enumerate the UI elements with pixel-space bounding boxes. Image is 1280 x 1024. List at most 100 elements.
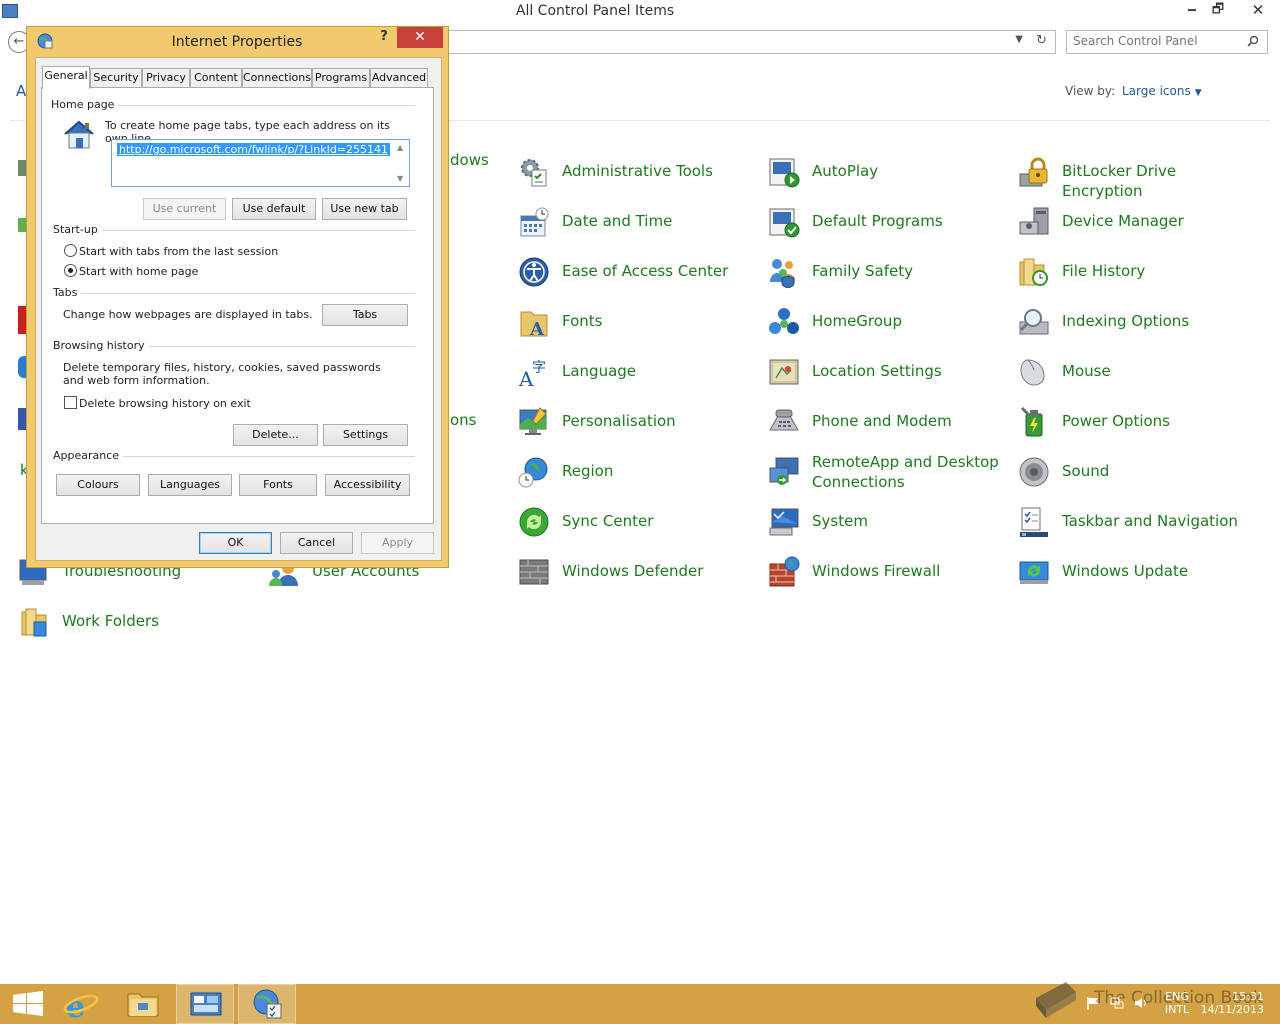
tab-security[interactable]: Security bbox=[90, 68, 142, 88]
action-center-flag-icon[interactable] bbox=[1086, 996, 1100, 1010]
cp-item-date-and-time[interactable]: Date and Time bbox=[518, 202, 752, 246]
cp-item-taskbar-navigation[interactable]: Taskbar and Navigation bbox=[1018, 502, 1252, 546]
cp-item-label: Language bbox=[562, 362, 637, 380]
remoteapp-icon bbox=[769, 457, 799, 485]
location-icon bbox=[769, 359, 799, 385]
search-input[interactable] bbox=[1073, 34, 1243, 48]
scroll-up-icon[interactable]: ▲ bbox=[397, 143, 403, 152]
cp-item-device-manager[interactable]: Device Manager bbox=[1018, 202, 1252, 246]
cp-item-system[interactable]: System bbox=[768, 502, 1002, 546]
cp-item-ease-of-access-center[interactable]: Ease of Access Center bbox=[518, 252, 752, 296]
cancel-button[interactable]: Cancel bbox=[280, 532, 353, 554]
use-current-button[interactable]: Use current bbox=[143, 198, 226, 220]
taskbar-internet-explorer[interactable]: e bbox=[52, 984, 110, 1024]
url-scrollbar[interactable]: ▲ ▼ bbox=[393, 140, 409, 186]
startup-home-page-label: Start with home page bbox=[79, 265, 199, 278]
help-button[interactable]: ? bbox=[374, 29, 394, 47]
cp-item-fonts[interactable]: A Fonts bbox=[518, 302, 752, 346]
history-settings-button[interactable]: Settings bbox=[323, 424, 408, 446]
taskbar-nav-icon bbox=[1020, 507, 1048, 537]
taskbar-internet-options[interactable] bbox=[238, 984, 296, 1024]
maximize-button[interactable]: 🗗 bbox=[1206, 0, 1230, 22]
startup-last-session-radio[interactable] bbox=[64, 244, 77, 257]
start-button[interactable] bbox=[0, 984, 58, 1024]
tab-general[interactable]: General bbox=[42, 66, 90, 89]
cp-item-label: Location Settings bbox=[812, 362, 942, 380]
cp-item-power-options[interactable]: Power Options bbox=[1018, 402, 1252, 446]
address-dropdown-icon[interactable]: ▼ bbox=[1015, 34, 1023, 45]
search-box[interactable] bbox=[1066, 30, 1268, 54]
colours-button[interactable]: Colours bbox=[56, 474, 140, 496]
tab-advanced[interactable]: Advanced bbox=[370, 68, 428, 88]
cp-item-remoteapp[interactable]: RemoteApp and Desktop Connections bbox=[768, 452, 1002, 496]
tab-privacy[interactable]: Privacy bbox=[142, 68, 190, 88]
network-icon[interactable] bbox=[1110, 996, 1124, 1010]
cp-item-work-folders[interactable]: Work Folders bbox=[18, 602, 252, 646]
cp-item-default-programs[interactable]: Default Programs bbox=[768, 202, 1002, 246]
minimize-button[interactable]: 🗕 bbox=[1180, 0, 1204, 22]
cp-item-language[interactable]: A字 Language bbox=[518, 352, 752, 396]
family-safety-icon bbox=[770, 259, 795, 288]
home-page-group-title: Home page bbox=[51, 98, 119, 111]
delete-history-button[interactable]: Delete... bbox=[233, 424, 318, 446]
tab-connections[interactable]: Connections bbox=[242, 68, 312, 88]
dialog-body: General Security Privacy Content Connect… bbox=[35, 57, 442, 561]
tab-programs[interactable]: Programs bbox=[312, 68, 370, 88]
startup-home-page-radio[interactable] bbox=[64, 264, 77, 277]
tabs-settings-button[interactable]: Tabs bbox=[322, 304, 408, 326]
cp-item-label: Personalisation bbox=[562, 412, 676, 430]
use-new-tab-button[interactable]: Use new tab bbox=[322, 198, 407, 220]
cp-item-windows-update[interactable]: Windows Update bbox=[1018, 552, 1252, 596]
hidden-item-label-fragment[interactable]: ons bbox=[450, 411, 477, 429]
sound-icon bbox=[1019, 457, 1049, 487]
refresh-icon[interactable]: ↻ bbox=[1036, 33, 1047, 48]
dialog-close-button[interactable]: ✕ bbox=[397, 27, 443, 48]
cp-item-label: RemoteApp and Desktop Connections bbox=[812, 453, 999, 491]
tab-content[interactable]: Content bbox=[190, 68, 242, 88]
group-divider bbox=[122, 456, 415, 457]
cp-item-label: HomeGroup bbox=[812, 312, 902, 330]
taskbar-control-panel[interactable] bbox=[176, 984, 234, 1024]
hidden-item-label-fragment[interactable]: dows bbox=[450, 151, 489, 169]
languages-button[interactable]: Languages bbox=[148, 474, 232, 496]
general-tab-panel: Home page To create home page tabs, type… bbox=[41, 87, 434, 524]
search-icon[interactable] bbox=[1247, 35, 1259, 47]
cp-item-indexing-options[interactable]: Indexing Options bbox=[1018, 302, 1252, 346]
view-by-dropdown[interactable]: Large icons ▼ bbox=[1122, 84, 1202, 98]
startup-group-title: Start-up bbox=[53, 223, 102, 236]
cp-item-sound[interactable]: Sound bbox=[1018, 452, 1252, 496]
use-default-button[interactable]: Use default bbox=[232, 198, 316, 220]
cp-item-administrative-tools[interactable]: Administrative Tools bbox=[518, 152, 752, 196]
cp-item-homegroup[interactable]: HomeGroup bbox=[768, 302, 1002, 346]
ok-button[interactable]: OK bbox=[199, 532, 272, 554]
taskbar-file-explorer[interactable] bbox=[114, 984, 172, 1024]
cp-item-sync-center[interactable]: Sync Center bbox=[518, 502, 752, 546]
work-folders-icon bbox=[21, 608, 47, 637]
close-button[interactable]: ✕ bbox=[1236, 0, 1280, 22]
cp-item-personalisation[interactable]: Personalisation bbox=[518, 402, 752, 446]
fonts-button[interactable]: Fonts bbox=[239, 474, 317, 496]
cp-item-family-safety[interactable]: Family Safety bbox=[768, 252, 1002, 296]
chevron-down-icon: ▼ bbox=[1194, 88, 1202, 98]
clock[interactable]: 15:31 14/11/2013 bbox=[1200, 990, 1264, 1016]
cp-item-mouse[interactable]: Mouse bbox=[1018, 352, 1252, 396]
address-bar[interactable]: ▼ ↻ bbox=[440, 30, 1056, 54]
cp-item-windows-defender[interactable]: Windows Defender bbox=[518, 552, 752, 596]
control-panel-icon bbox=[190, 992, 222, 1016]
apply-button[interactable]: Apply bbox=[361, 532, 434, 554]
cp-item-region[interactable]: Region bbox=[518, 452, 752, 496]
cp-item-location-settings[interactable]: Location Settings bbox=[768, 352, 1002, 396]
cp-item-phone-and-modem[interactable]: Phone and Modem bbox=[768, 402, 1002, 446]
cp-item-windows-firewall[interactable]: Windows Firewall bbox=[768, 552, 1002, 596]
scroll-down-icon[interactable]: ▼ bbox=[397, 174, 403, 183]
volume-icon[interactable] bbox=[1134, 996, 1148, 1010]
input-language-indicator[interactable]: ENG INTL bbox=[1162, 990, 1192, 1016]
delete-on-exit-checkbox[interactable] bbox=[64, 396, 77, 409]
accessibility-button[interactable]: Accessibility bbox=[325, 474, 410, 496]
cp-item-autoplay[interactable]: AutoPlay bbox=[768, 152, 1002, 196]
default-programs-icon bbox=[769, 208, 800, 238]
cp-item-bitlocker[interactable]: BitLocker Drive Encryption bbox=[1018, 152, 1252, 200]
cp-item-file-history[interactable]: File History bbox=[1018, 252, 1252, 296]
home-page-url-textarea[interactable]: http://go.microsoft.com/fwlink/p/?LinkId… bbox=[111, 139, 410, 187]
cp-item-label: Region bbox=[562, 462, 614, 480]
